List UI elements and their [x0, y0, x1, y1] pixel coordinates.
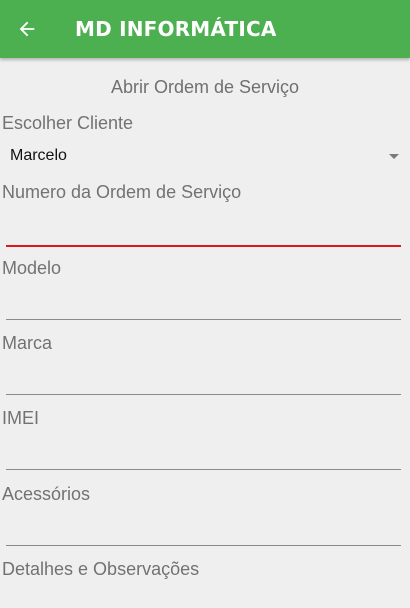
client-label: Escolher Cliente: [2, 113, 134, 133]
screen-heading: Abrir Ordem de Serviço: [110, 77, 300, 97]
client-spinner[interactable]: Marcelo: [0, 142, 410, 172]
accessories-label: Acessórios: [2, 484, 91, 504]
imei-input[interactable]: [6, 435, 401, 470]
model-input[interactable]: [6, 285, 401, 320]
order-number-input[interactable]: [6, 211, 401, 247]
arrow-left-icon: [19, 21, 35, 37]
app-bar: MD INFORMÁTICA: [0, 0, 410, 58]
model-label: Modelo: [2, 258, 62, 278]
accessories-input[interactable]: [6, 511, 401, 546]
brand-input[interactable]: [6, 360, 401, 395]
order-number-label: Numero da Ordem de Serviço: [2, 182, 242, 202]
details-label: Detalhes e Observações: [2, 559, 200, 579]
app-title: MD INFORMÁTICA: [75, 17, 277, 41]
client-spinner-value: Marcelo: [10, 147, 67, 164]
imei-label: IMEI: [2, 408, 40, 428]
form-content: Abrir Ordem de Serviço Escolher Cliente …: [0, 58, 410, 608]
brand-label: Marca: [2, 333, 53, 353]
dropdown-arrow-icon: [388, 153, 400, 161]
back-button[interactable]: [0, 0, 54, 58]
